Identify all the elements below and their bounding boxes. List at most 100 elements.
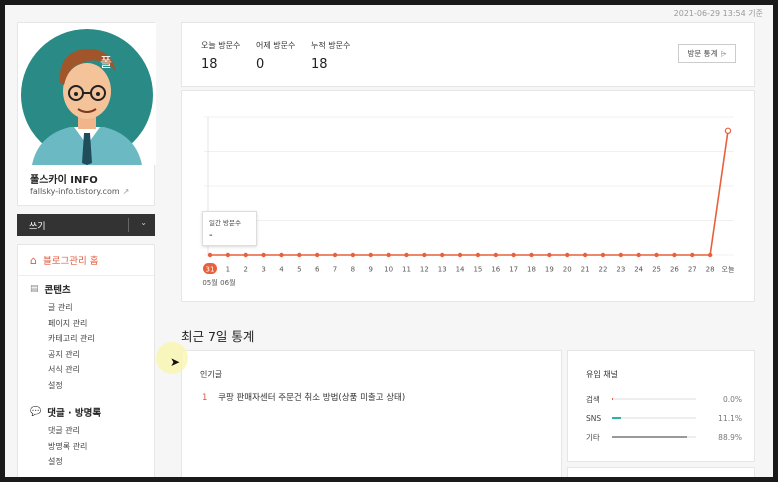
next-card: [567, 467, 755, 477]
data-point: [565, 252, 570, 258]
tick-label: 24: [634, 266, 643, 274]
tick-label: 13: [438, 266, 447, 274]
tick-label: 12: [420, 266, 429, 274]
tick-label: 1: [226, 266, 230, 274]
data-point: [314, 252, 320, 258]
tick-label: 오늘: [722, 266, 735, 274]
menu-item-posts[interactable]: 글 관리: [30, 300, 142, 316]
data-point: [350, 252, 356, 258]
tick-label: 3: [261, 266, 265, 274]
inflow-percent: 11.1%: [718, 413, 742, 423]
tick-label: 25: [652, 266, 661, 274]
blog-url[interactable]: fallsky-info.tistory.com ↗: [30, 187, 129, 196]
tick-label: 10: [384, 266, 393, 274]
inflow-channel-card: 유입 채널 검색 0.0% SNS 11.1% 기타 88.9%: [567, 350, 755, 462]
blog-name[interactable]: 폴스카이 INFO: [30, 171, 98, 186]
inflow-bar: [612, 417, 696, 419]
menu-item-notices[interactable]: 공지 관리: [30, 347, 142, 363]
visitor-stats-card: 오늘 방문수 18 어제 방문수 0 누적 방문수 18 방문 통계 ⩥: [181, 22, 755, 87]
mouse-cursor-icon: ➤: [170, 355, 181, 369]
daily-visits-chart: 31 1 2 3 4 5 6 7 8 9 10 11 12 13 14 15 16 17 18 19 20 21 22 23 2…: [181, 90, 755, 302]
inflow-bar: [612, 398, 696, 400]
data-point: [422, 252, 427, 258]
data-point: [279, 252, 284, 258]
menu-section-content: ▤ 콘텐츠 글 관리 페이지 관리 카테고리 관리 공지 관리 서식 관리 설정: [18, 276, 154, 395]
data-point: [207, 252, 213, 258]
menu-item-content-settings[interactable]: 설정: [30, 378, 142, 394]
menu-item-guestbook[interactable]: 방명록 관리: [30, 439, 142, 455]
tick-label: 14: [456, 266, 465, 274]
stat-label: 누적 방문수: [311, 41, 351, 50]
avatar[interactable]: 폴: [18, 23, 156, 165]
stat-yesterday: 어제 방문수 0: [256, 40, 295, 72]
chart-icon: ⩥: [720, 48, 727, 58]
tick-label: 28: [706, 266, 715, 274]
admin-menu: ⌂ 블로그관리 홈 ▤ 콘텐츠 글 관리 페이지 관리 카테고리 관리 공지 관…: [17, 244, 155, 477]
menu-item-pages[interactable]: 페이지 관리: [30, 316, 142, 332]
inflow-percent: 88.9%: [718, 432, 742, 442]
tick-label: 27: [688, 266, 697, 274]
blog-url-text[interactable]: fallsky-info.tistory.com: [30, 187, 120, 196]
inflow-bar-fill: [612, 417, 622, 419]
section-title: 댓글 · 방명록: [47, 408, 102, 419]
stat-value: 18: [201, 57, 218, 72]
popular-title: 인기글: [200, 370, 223, 379]
data-point: [457, 252, 463, 258]
data-point: [404, 252, 409, 258]
write-button[interactable]: 쓰기 ⌄: [17, 214, 155, 236]
tick-label: 15: [473, 266, 482, 274]
data-point: [475, 252, 481, 258]
menu-item-comment-settings[interactable]: 설정: [30, 454, 142, 470]
stat-value: 0: [256, 57, 265, 72]
tick-label: 9: [369, 266, 373, 274]
tick-label: 11: [402, 266, 411, 274]
stat-label: 어제 방문수: [256, 41, 296, 50]
line-chart: 31 1 2 3 4 5 6 7 8 9 10 11 12 13 14 15 16 17 18 19 20 21 22 23 2…: [202, 116, 735, 287]
popular-post-item[interactable]: 1 쿠팡 판매자센터 주문건 취소 방법(상품 미출고 상태): [202, 391, 405, 403]
tick-label: 5: [297, 266, 301, 274]
data-point: [724, 127, 732, 135]
tooltip-title: 일간 방문수: [209, 219, 241, 227]
inflow-row-search: 검색 0.0%: [586, 393, 742, 405]
data-point: [368, 252, 373, 258]
tick-label: 23: [616, 266, 625, 274]
inflow-bar-fill: [612, 398, 614, 400]
inflow-title: 유입 채널: [586, 370, 618, 379]
tick-label: 4: [279, 266, 284, 274]
series-line: [210, 130, 729, 256]
tick-label: 31: [206, 266, 215, 274]
external-link-icon[interactable]: ↗: [123, 187, 130, 196]
data-point: [672, 252, 677, 258]
popular-post-title[interactable]: 쿠팡 판매자센터 주문건 취소 방법(상품 미출고 상태): [218, 393, 405, 403]
data-point: [600, 252, 606, 258]
tooltip-value: -: [209, 230, 213, 241]
month-label: 05월: [202, 278, 217, 287]
visit-stats-button[interactable]: 방문 통계 ⩥: [678, 44, 736, 63]
chart-tooltip: 일간 방문수 -: [202, 211, 257, 246]
avatar-char: 폴: [100, 56, 112, 71]
menu-home[interactable]: ⌂ 블로그관리 홈: [18, 245, 154, 276]
tick-label: 7: [333, 266, 337, 274]
tick-label: 22: [599, 266, 608, 274]
section-title: 콘텐츠: [44, 285, 71, 296]
data-point: [636, 252, 641, 258]
section-content-head[interactable]: ▤ 콘텐츠: [30, 282, 142, 296]
tick-label: 6: [315, 266, 320, 274]
inflow-name: 기타: [586, 432, 600, 442]
section-comments-head[interactable]: 💬 댓글 · 방명록: [30, 405, 142, 419]
tick-label: 21: [581, 266, 590, 274]
menu-item-categories[interactable]: 카테고리 관리: [30, 331, 142, 347]
menu-item-templates[interactable]: 서식 관리: [30, 362, 142, 378]
stat-value: 18: [311, 57, 328, 72]
document-icon: ▤: [30, 284, 39, 294]
data-point: [618, 252, 624, 258]
visit-stats-label: 방문 통계: [687, 49, 718, 58]
inflow-name: 검색: [586, 394, 600, 404]
write-label: 쓰기: [29, 221, 46, 232]
data-point: [511, 252, 516, 258]
stat-total: 누적 방문수 18: [311, 40, 350, 72]
data-point: [582, 252, 588, 258]
app-frame: 2021-06-29 13:54 기준 폴 폴스카이 INFO fallsky-…: [5, 5, 773, 477]
menu-item-comments[interactable]: 댓글 관리: [30, 423, 142, 439]
chevron-down-icon[interactable]: ⌄: [140, 218, 147, 227]
